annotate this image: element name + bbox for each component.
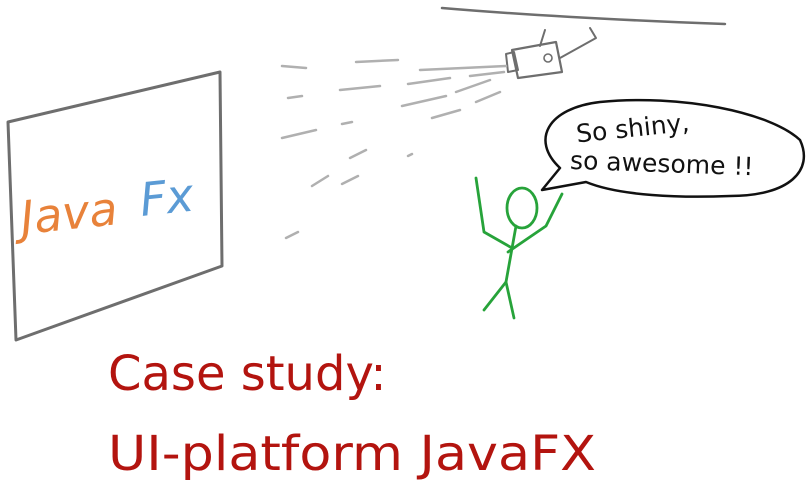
speech-line-1: So shiny, [575,108,691,149]
speech-line-2: so awesome !! [570,146,754,181]
sketch-scene: Java Fx So shiny, so awesome !! Case stu… [6,6,806,482]
logo-java-text: Java [10,181,120,246]
stick-figure-head [505,186,539,230]
projector-beam [280,58,508,240]
caption: Case study: UI-platform JavaFX [108,346,596,482]
caption-line-2: UI-platform JavaFX [108,426,596,482]
speech-bubble: So shiny, so awesome !! [540,98,806,198]
ceiling-line [440,6,727,26]
projector [505,27,597,80]
caption-line-1: Case study: [108,346,387,402]
javafx-logo: Java Fx [10,168,197,246]
logo-fx-text: Fx [137,168,197,227]
stick-figure [474,176,564,320]
